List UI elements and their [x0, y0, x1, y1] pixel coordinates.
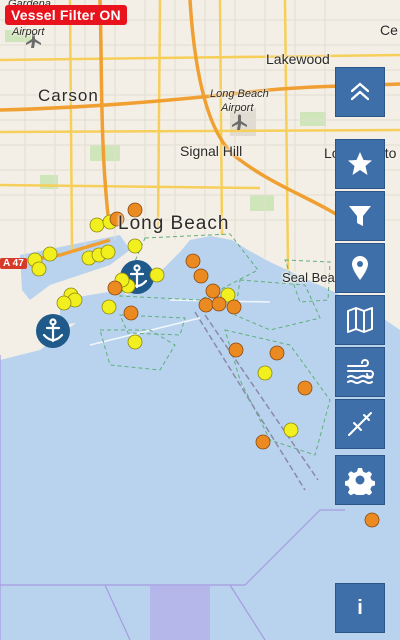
label-long-beach-airport-2: Airport [221, 102, 254, 114]
info-button[interactable]: i [335, 583, 385, 633]
gear-icon [345, 468, 375, 495]
map-icon [347, 307, 373, 333]
label-lakewood: Lakewood [266, 51, 330, 67]
wind-icon [347, 359, 374, 384]
compass-icon [348, 412, 372, 436]
vessel-filter-badge[interactable]: Vessel Filter ON [5, 5, 127, 25]
label-airport-top: Airport [12, 26, 45, 38]
collapse-icon [350, 82, 370, 101]
pin-icon [352, 256, 368, 280]
settings-button[interactable] [335, 455, 385, 505]
filter-icon [349, 206, 371, 226]
label-cerritos: Ce [380, 22, 398, 38]
label-long-beach-airport: Long Beach [210, 88, 269, 100]
label-carson: Carson [38, 86, 99, 105]
favorites-button[interactable] [335, 139, 385, 189]
measure-button[interactable] [335, 399, 385, 449]
route-47-shield: A 47 [0, 258, 27, 269]
map-layers-button[interactable] [335, 295, 385, 345]
weather-button[interactable] [335, 347, 385, 397]
filter-button[interactable] [335, 191, 385, 241]
label-long-beach-city: Long Beach [118, 213, 230, 234]
label-signal-hill: Signal Hill [180, 143, 243, 159]
anchorage-marker-2[interactable] [36, 314, 70, 348]
star-icon [348, 152, 372, 175]
collapse-button[interactable] [335, 67, 385, 117]
location-button[interactable] [335, 243, 385, 293]
